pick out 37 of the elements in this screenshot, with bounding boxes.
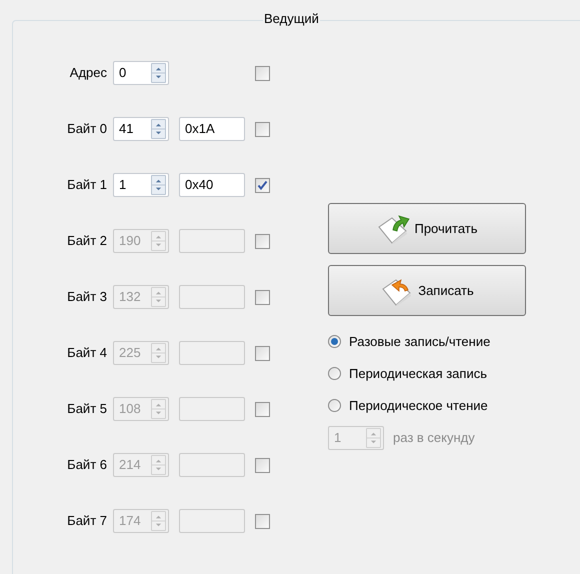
- spin-arrows-icon[interactable]: [151, 63, 166, 83]
- field-label: Байт 2: [66, 232, 108, 250]
- radio-icon[interactable]: [328, 335, 341, 348]
- field-label: Адрес: [68, 64, 108, 82]
- spin-arrows-icon[interactable]: [151, 119, 166, 139]
- mode-radio[interactable]: Периодическое чтение: [328, 397, 528, 414]
- spin-box[interactable]: 0: [113, 61, 169, 85]
- radio-icon[interactable]: [328, 367, 341, 380]
- field-label: Байт 0: [66, 120, 108, 138]
- hex-field[interactable]: [179, 229, 245, 253]
- hex-field[interactable]: [179, 509, 245, 533]
- hex-field[interactable]: [179, 341, 245, 365]
- field-label: Байт 1: [66, 176, 108, 194]
- field-label: Байт 5: [66, 400, 108, 418]
- hex-field[interactable]: [179, 285, 245, 309]
- field-label: Байт 6: [66, 456, 108, 474]
- hex-field[interactable]: [179, 453, 245, 477]
- read-button[interactable]: Прочитать: [328, 203, 526, 254]
- spin-arrows-icon[interactable]: [151, 175, 166, 195]
- mode-radio[interactable]: Периодическая запись: [328, 365, 528, 382]
- spin-box[interactable]: 41: [113, 117, 169, 141]
- hex-field[interactable]: [179, 397, 245, 421]
- mode-radio[interactable]: Разовые запись/чтение: [328, 333, 528, 350]
- hex-field[interactable]: 0x1A: [179, 117, 245, 141]
- radio-icon[interactable]: [328, 399, 341, 412]
- spin-box[interactable]: 1: [113, 173, 169, 197]
- check-icon: [256, 178, 269, 192]
- field-label: Байт 4: [66, 344, 108, 362]
- field-label: Байт 3: [66, 288, 108, 306]
- hex-field[interactable]: 0x40: [179, 173, 245, 197]
- checkbox[interactable]: [255, 66, 270, 80]
- field-label: Байт 7: [66, 512, 108, 530]
- checkbox[interactable]: [255, 122, 270, 136]
- write-button[interactable]: Записать: [328, 265, 526, 316]
- rate-unit-label: раз в секунду: [393, 429, 475, 448]
- document-forward-arrow-icon: [376, 212, 412, 244]
- checkbox[interactable]: [255, 178, 270, 192]
